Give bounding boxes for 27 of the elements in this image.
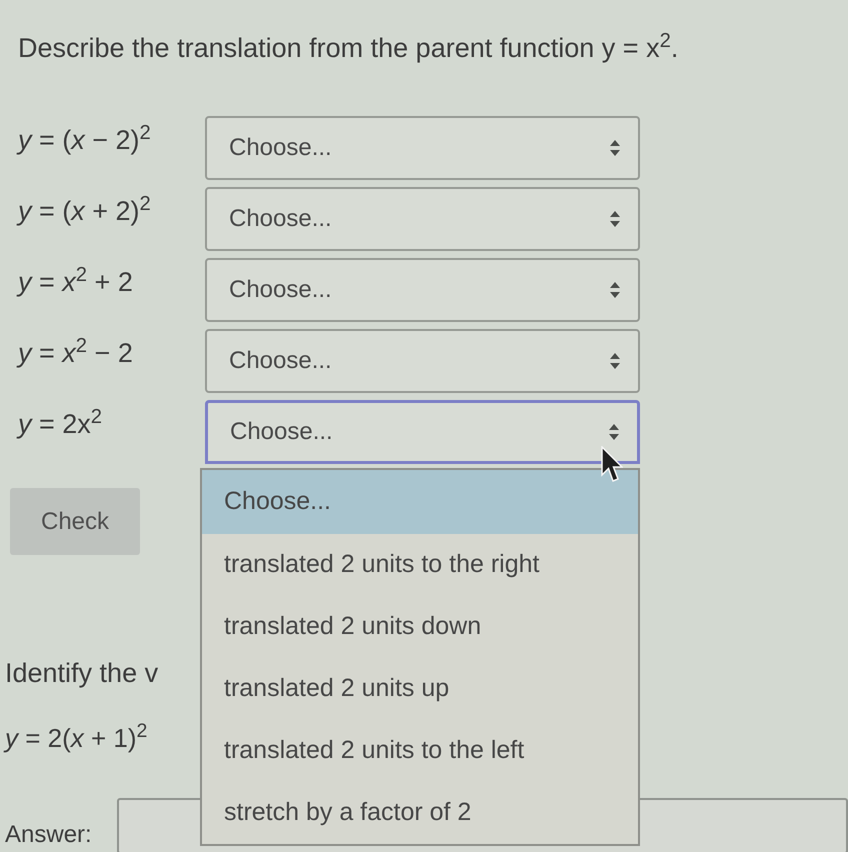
- dropdown-option[interactable]: translated 2 units to the right: [202, 534, 638, 596]
- up-down-arrows-icon: [610, 353, 620, 369]
- answer-label: Answer:: [5, 820, 93, 850]
- dropdown-option[interactable]: translated 2 units down: [202, 596, 638, 658]
- equation-label: y = 2(x + 1)$^{2}$: [5, 718, 148, 754]
- dropdown-select[interactable]: Choose...: [205, 400, 640, 464]
- dropdown-option[interactable]: translated 2 units to the left: [202, 720, 638, 782]
- up-down-arrows-icon: [609, 424, 619, 440]
- equation-label: y = (x − 2)$^{2}$: [18, 125, 151, 155]
- dropdown-option[interactable]: translated 2 units up: [202, 658, 638, 720]
- dropdown-option[interactable]: stretch by a factor of 2: [202, 782, 638, 844]
- up-down-arrows-icon: [610, 140, 620, 156]
- dropdown-select[interactable]: Choose...: [205, 116, 640, 180]
- check-button[interactable]: Check: [10, 488, 140, 555]
- dropdown-select[interactable]: Choose...: [205, 258, 640, 322]
- equation-label: y = 2x$^{2}$: [18, 409, 102, 439]
- dropdown-select[interactable]: Choose...: [205, 329, 640, 393]
- equation-label: y = x$^{2}$ + 2: [18, 267, 133, 297]
- equation-label: y = (x + 2)$^{2}$: [18, 196, 151, 226]
- question-prompt: Describe the translation from the parent function y = x$^{2}$.: [18, 28, 678, 65]
- up-down-arrows-icon: [610, 211, 620, 227]
- dropdown-select[interactable]: Choose...: [205, 187, 640, 251]
- up-down-arrows-icon: [610, 282, 620, 298]
- question-prompt: Identify the v: [5, 656, 158, 690]
- dropdown-option[interactable]: Choose...: [202, 470, 638, 534]
- mouse-pointer-icon: [601, 446, 623, 482]
- equation-label: y = x$^{2}$ − 2: [18, 338, 133, 368]
